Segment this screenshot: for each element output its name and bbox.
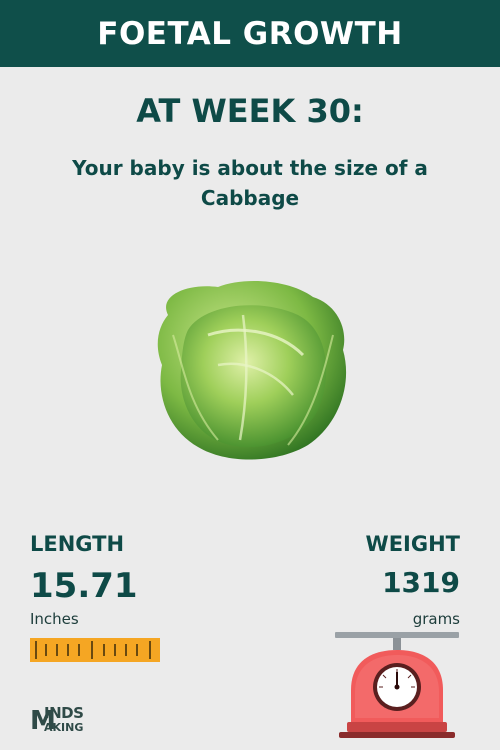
ruler-icon	[30, 638, 160, 662]
size-comparison-text: Your baby is about the size of a Cabbage	[72, 156, 428, 210]
length-value: 15.71	[30, 566, 138, 606]
brand-logo: M INDS AKING	[30, 704, 110, 738]
weight-value: 1319	[382, 566, 460, 599]
length-label: LENGTH	[30, 532, 125, 556]
cabbage-icon	[157, 281, 347, 460]
scale-icon	[335, 632, 459, 738]
page-title: FOETAL GROWTH	[97, 15, 403, 52]
week-heading: AT WEEK 30:	[136, 92, 364, 130]
length-unit: Inches	[30, 610, 79, 628]
brand-line1: INDS	[44, 704, 84, 722]
header-bar: FOETAL GROWTH	[0, 0, 500, 67]
weight-label: WEIGHT	[365, 532, 460, 556]
weight-unit: grams	[412, 610, 460, 628]
brand-line2: AKING	[44, 721, 84, 734]
